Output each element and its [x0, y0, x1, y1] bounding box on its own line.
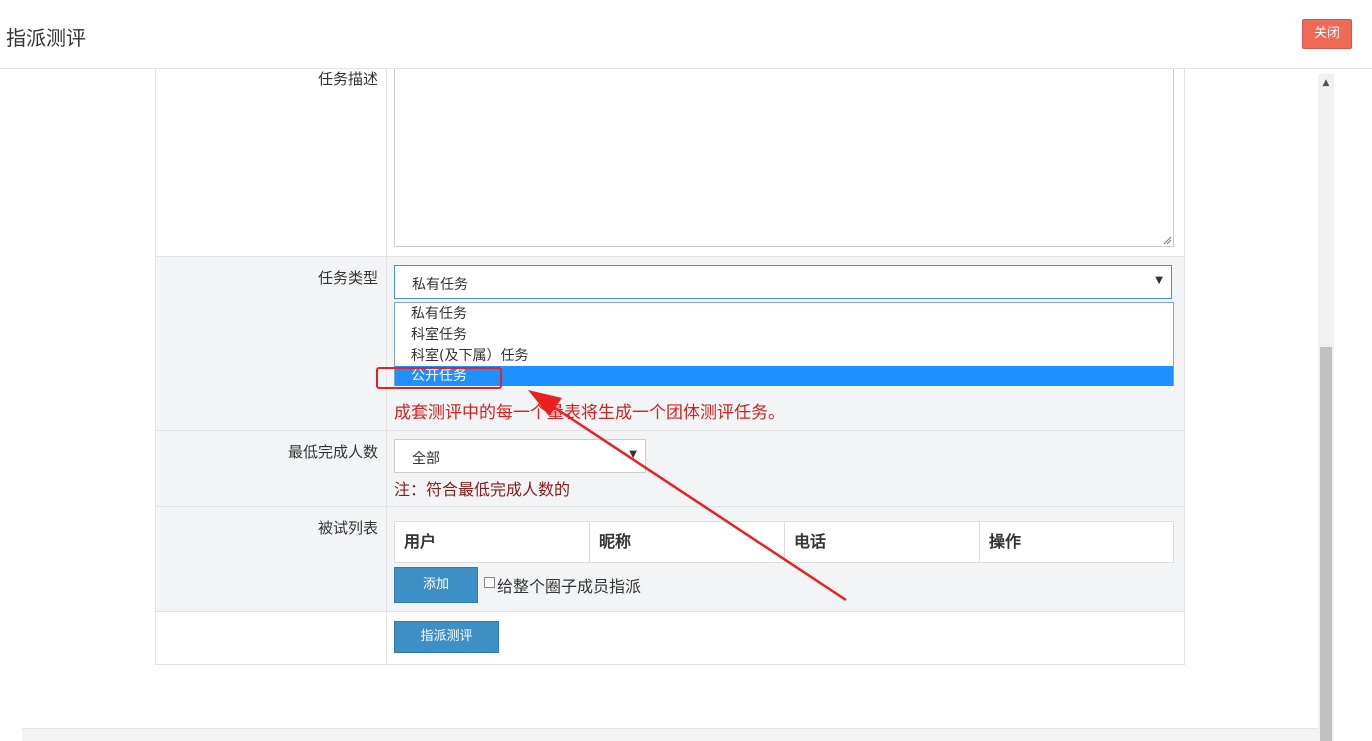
column-header-phone: 电话	[785, 522, 980, 562]
chevron-down-icon: ▼	[1155, 275, 1163, 286]
option-private-task[interactable]: 私有任务	[395, 304, 1173, 324]
column-header-user: 用户	[395, 522, 590, 562]
min-completion-selected-value: 全部	[412, 451, 440, 467]
label-cell: 被试列表	[156, 507, 387, 611]
row-task-description: 任务描述	[156, 69, 1184, 256]
assign-evaluation-button[interactable]: 指派测评	[394, 621, 499, 653]
option-department-task[interactable]: 科室任务	[395, 325, 1173, 345]
min-completion-note: 注：符合最低完成人数的	[394, 480, 571, 499]
column-header-nickname: 昵称	[590, 522, 785, 562]
min-completion-label: 最低完成人数	[287, 443, 378, 461]
assign-all-members-label: 给整个圈子成员指派	[497, 577, 642, 596]
label-cell: 任务描述	[156, 69, 387, 256]
assignment-form: 任务描述 任务类型 私有任务 ▼ 私有任务 科室任务 科室(及下属）任务 公开任…	[155, 69, 1185, 665]
task-type-label: 任务类型	[317, 269, 378, 287]
task-type-select[interactable]: 私有任务 ▼	[394, 265, 1172, 299]
row-submit: 指派测评	[156, 611, 1184, 664]
chevron-down-icon: ▼	[629, 449, 637, 460]
task-type-dropdown[interactable]: 私有任务 科室任务 科室(及下属）任务 公开任务	[394, 302, 1174, 386]
form-scroll-area: 任务描述 任务类型 私有任务 ▼ 私有任务 科室任务 科室(及下属）任务 公开任…	[0, 69, 1318, 741]
dialog-title: 指派测评	[6, 26, 86, 50]
task-description-label: 任务描述	[317, 70, 378, 88]
label-cell	[156, 612, 387, 664]
dialog-header: 指派测评 关闭	[0, 0, 1372, 69]
close-button[interactable]: 关闭	[1302, 19, 1352, 49]
assign-all-members-checkbox[interactable]	[484, 577, 495, 588]
scroll-up-icon[interactable]: ▲	[1318, 74, 1334, 92]
resize-grip-icon[interactable]	[1162, 235, 1172, 245]
label-cell: 最低完成人数	[156, 431, 387, 506]
task-type-selected-value: 私有任务	[412, 277, 468, 293]
row-min-completion: 最低完成人数 全部 ▼ 注：符合最低完成人数的	[156, 430, 1184, 506]
min-completion-select[interactable]: 全部 ▼	[394, 439, 646, 473]
scrollbar-thumb[interactable]	[1320, 347, 1332, 741]
label-cell: 任务类型	[156, 257, 387, 430]
task-description-textarea[interactable]	[394, 69, 1174, 247]
subject-table: 用户 昵称 电话 操作	[394, 521, 1174, 563]
task-type-hint: 成套测评中的每一个量表将生成一个团体测评任务。	[394, 403, 785, 423]
add-subject-button[interactable]: 添加	[394, 567, 478, 603]
vertical-scrollbar[interactable]: ▲	[1318, 74, 1334, 741]
subject-list-label: 被试列表	[317, 519, 378, 537]
row-task-type: 任务类型 私有任务 ▼ 私有任务 科室任务 科室(及下属）任务 公开任务 成套测…	[156, 256, 1184, 430]
column-header-actions: 操作	[989, 532, 1022, 551]
dialog-footer-bar	[22, 728, 1318, 741]
option-public-task[interactable]: 公开任务	[395, 366, 1173, 386]
option-department-sub-task[interactable]: 科室(及下属）任务	[395, 346, 1173, 366]
row-subject-list: 被试列表 用户 昵称 电话 操作 添加 给整个圈子成员指派	[156, 506, 1184, 611]
